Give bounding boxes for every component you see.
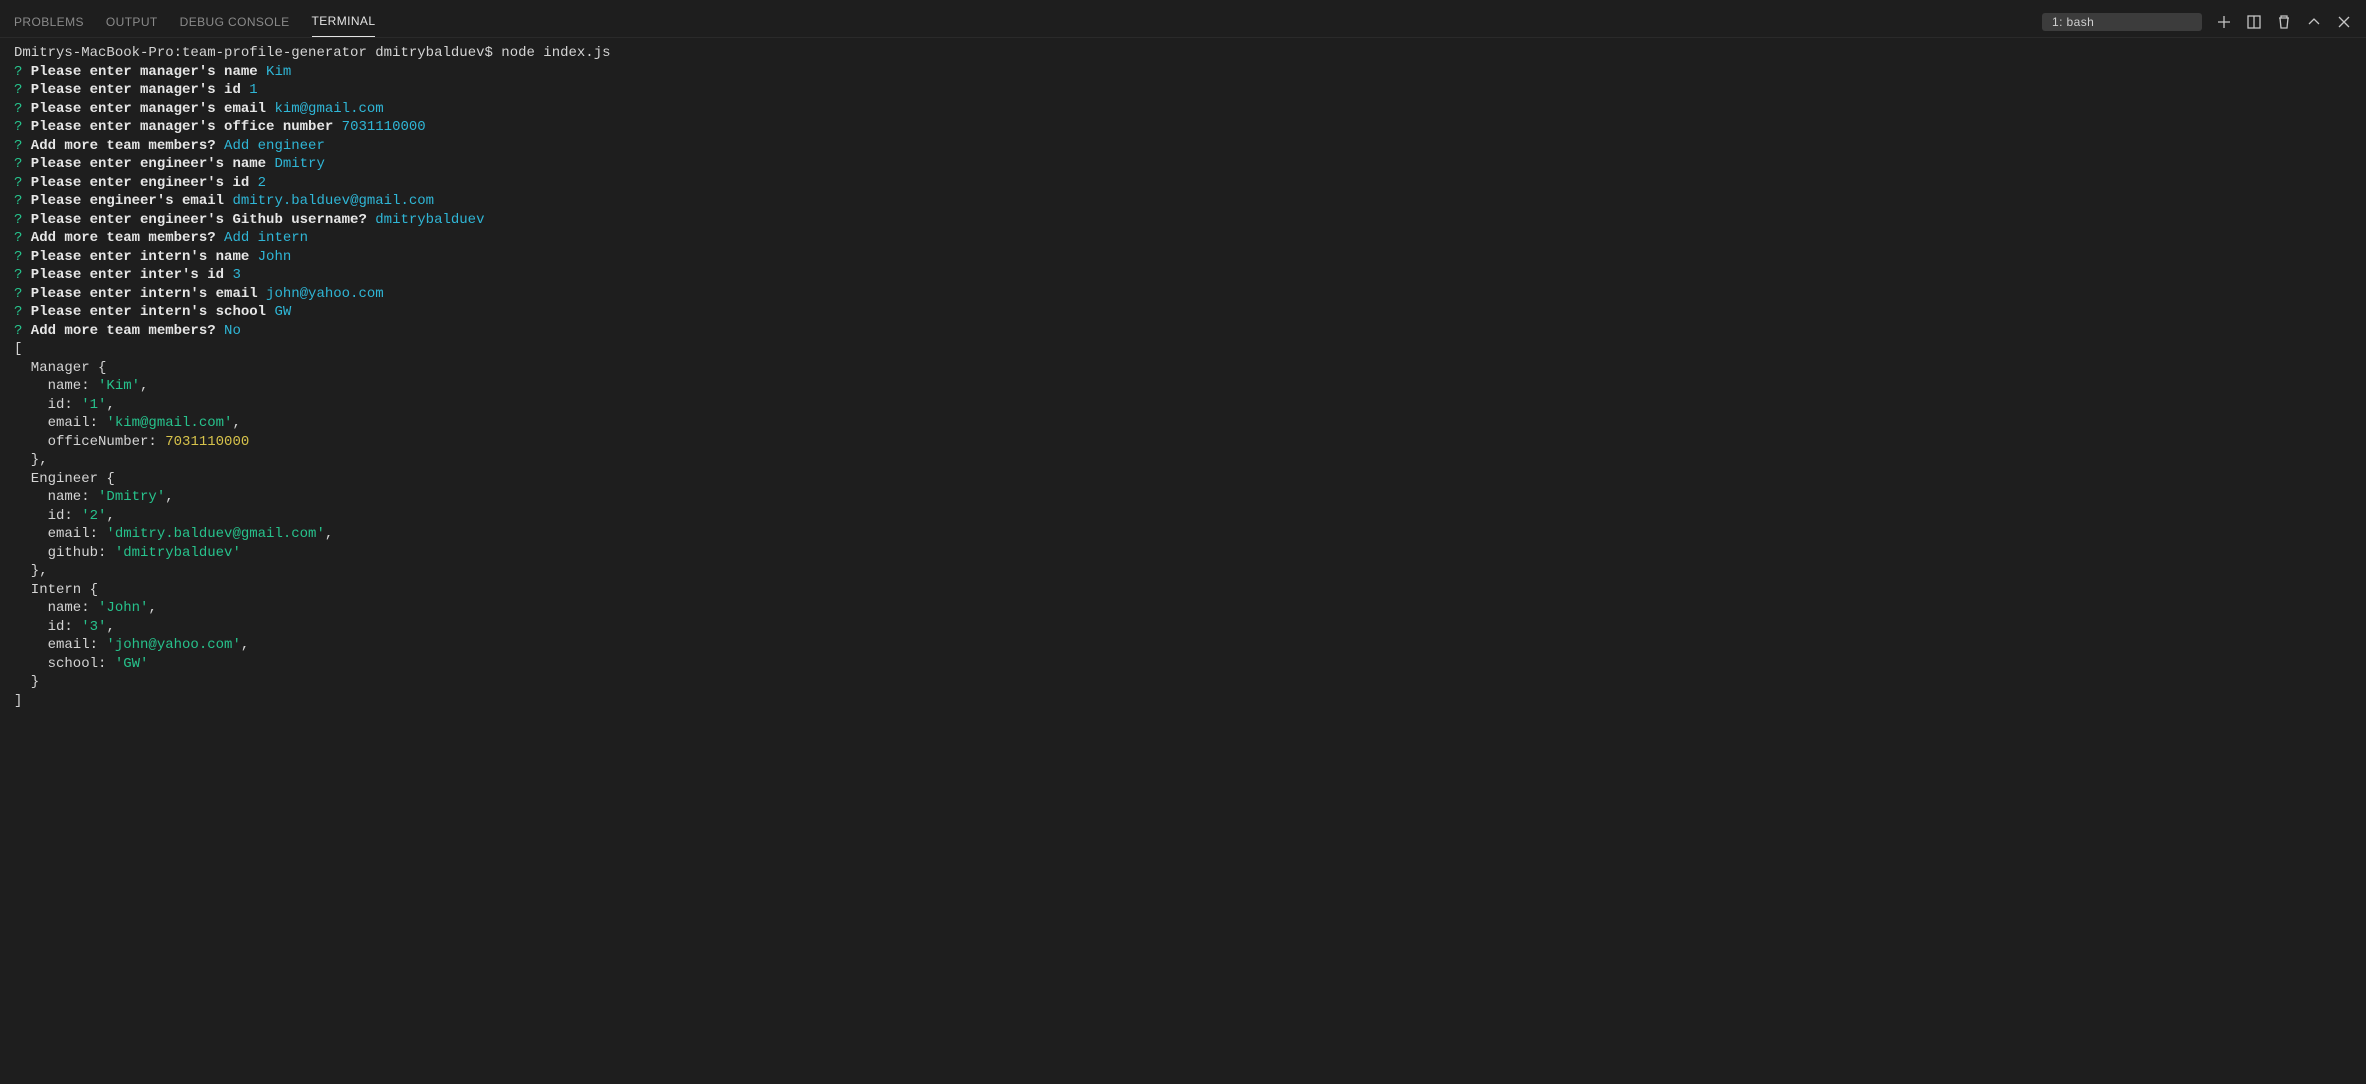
tab-debug-console[interactable]: DEBUG CONSOLE [180,7,290,37]
terminal-output[interactable]: Dmitrys-MacBook-Pro:team-profile-generat… [0,38,2366,1084]
tab-problems[interactable]: PROBLEMS [14,7,84,37]
kill-terminal-icon[interactable] [2276,14,2292,30]
close-panel-icon[interactable] [2336,14,2352,30]
terminal-shell-selector[interactable]: 1: bash [2042,13,2202,31]
terminal-action-icons [2216,14,2352,30]
new-terminal-icon[interactable] [2216,14,2232,30]
tab-output[interactable]: OUTPUT [106,7,158,37]
tab-terminal[interactable]: TERMINAL [312,6,376,37]
panel-tab-bar: PROBLEMS OUTPUT DEBUG CONSOLE TERMINAL 1… [0,6,2366,38]
shell-label: 1: bash [2052,15,2094,29]
split-terminal-icon[interactable] [2246,14,2262,30]
maximize-panel-icon[interactable] [2306,14,2322,30]
